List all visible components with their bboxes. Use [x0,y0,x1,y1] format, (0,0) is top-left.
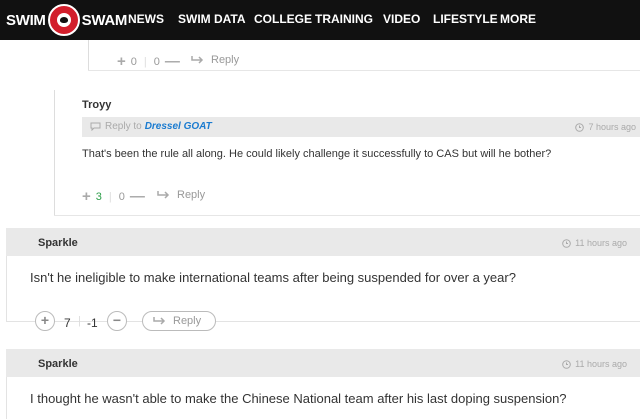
reply-button[interactable]: Reply [191,54,239,66]
reply-arrow-icon [191,56,204,64]
nav-item-training[interactable]: TRAINING [315,12,373,26]
comment-header: Sparkle 11 hours ago [6,228,640,256]
thread-line [88,40,89,70]
upvote-count: 3 [95,190,102,203]
comment-header: Sparkle 11 hours ago [6,349,640,377]
thread-divider [54,215,640,216]
upvote-icon[interactable]: + [82,188,91,205]
downvote-icon[interactable]: — [130,188,145,205]
vote-controls: + 0 | 0 — [117,53,180,70]
logo-text-right: SWAM [81,11,128,29]
comment-timestamp[interactable]: 7 hours ago [575,122,636,132]
reply-to-prefix: Reply to [105,121,142,132]
reply-arrow-icon [153,317,166,325]
vote-controls: + 3 | 0 — [82,188,145,205]
upvote-count: 7 [64,316,71,330]
logo-fish-icon [47,4,80,36]
reply-label: Reply [211,54,240,66]
downvote-icon[interactable]: — [165,53,180,70]
nav-item-more[interactable]: MORE [500,12,536,26]
nav-item-college[interactable]: COLLEGE [254,12,312,26]
logo-text-left: SWIM [6,11,46,29]
site-logo[interactable]: SWIM SWAM [6,4,128,36]
reply-label: Reply [177,189,206,201]
nav-item-video[interactable]: VIDEO [383,12,420,26]
clock-icon [562,238,571,248]
reply-button[interactable]: Reply [157,189,205,201]
downvote-count: -1 [87,316,98,330]
comment-timestamp[interactable]: 11 hours ago [562,359,627,369]
upvote-count: 0 [130,55,137,68]
upvote-button[interactable]: + [35,311,55,331]
downvote-count: 0 [118,190,125,203]
reply-to-bar: Reply to Dressel GOAT 7 hours ago [82,117,640,137]
comment-timestamp[interactable]: 11 hours ago [562,238,627,248]
comment-text: Isn't he ineligible to make internationa… [30,270,516,285]
top-navbar: SWIM SWAM NEWS SWIM DATA COLLEGE TRAININ… [0,0,640,40]
reply-arrow-icon [157,191,170,199]
reply-to-info: Reply to Dressel GOAT [90,121,212,132]
comment-author[interactable]: Sparkle [38,237,78,249]
reply-button[interactable]: Reply [142,311,217,331]
nav-item-swim-data[interactable]: SWIM DATA [178,12,246,26]
comment-author[interactable]: Sparkle [38,358,78,370]
upvote-icon[interactable]: + [117,53,126,70]
downvote-count: 0 [153,55,160,68]
reply-to-target-link[interactable]: Dressel GOAT [145,121,212,132]
thread-divider [88,70,640,71]
comment-author[interactable]: Troyy [82,99,111,111]
downvote-button[interactable]: − [107,311,127,331]
clock-icon [575,122,585,132]
thread-line [54,90,55,215]
comment-text: That's been the rule all along. He could… [82,148,552,160]
comment-bubble-icon [90,122,101,131]
comment-text: I thought he wasn't able to make the Chi… [30,391,567,406]
nav-item-lifestyle[interactable]: LIFESTYLE [433,12,498,26]
nav-item-news[interactable]: NEWS [128,12,164,26]
clock-icon [562,359,571,369]
reply-label: Reply [173,315,202,327]
